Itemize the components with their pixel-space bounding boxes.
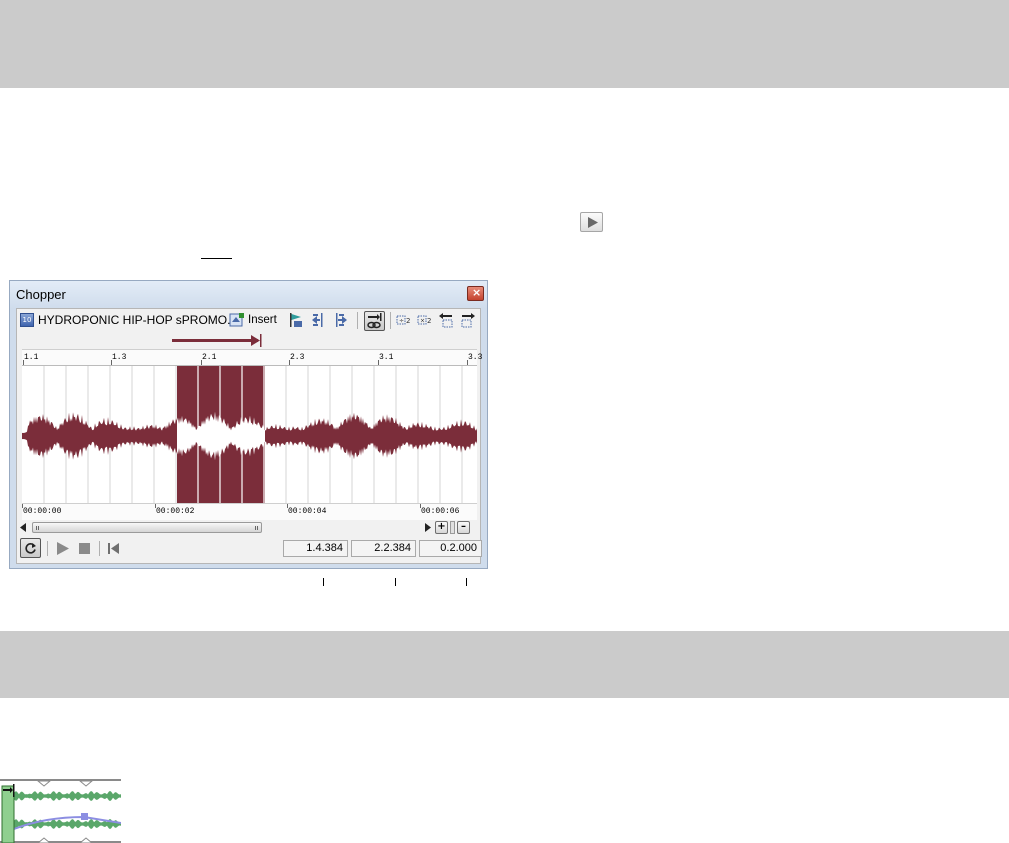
close-icon: ×: [472, 286, 482, 299]
time-tick: [420, 504, 421, 508]
insert-icon[interactable]: [229, 312, 245, 328]
play-button[interactable]: [580, 212, 603, 232]
thumb-grip-left[interactable]: [36, 526, 39, 530]
marker-tick-label: 3.3: [468, 353, 483, 362]
window-title: Chopper: [16, 287, 66, 302]
time-tick-label: 00:00:06: [421, 507, 460, 516]
transport-separator: [99, 541, 100, 556]
event-waveform-thumbnail: [0, 779, 121, 843]
add-marker-icon[interactable]: [288, 312, 304, 328]
horizontal-scrollbar[interactable]: + –: [20, 521, 480, 535]
close-button[interactable]: ×: [467, 286, 484, 301]
play-icon: [588, 217, 598, 228]
halve-selection-icon[interactable]: ÷ 2: [396, 312, 412, 328]
transport-separator: [47, 541, 48, 556]
go-to-start-icon[interactable]: [108, 543, 120, 554]
underline-mark: [201, 258, 232, 259]
selection-start-readout[interactable]: 1.4.384: [283, 540, 348, 557]
selection-length-readout[interactable]: 0.2.000: [419, 540, 482, 557]
thumb-grip-right[interactable]: [255, 526, 258, 530]
time-tick: [155, 504, 156, 508]
chopper-window: Chopper × 10 HYDROPONIC HIP-HOP sPROMO..…: [9, 280, 488, 569]
audio-clip-icon: 10: [20, 313, 34, 327]
time-ruler[interactable]: 00:00:00 00:00:02 00:00:04 00:00:06: [22, 503, 477, 520]
stop-icon[interactable]: [79, 543, 90, 554]
chopper-toolbar: 10 HYDROPONIC HIP-HOP sPROMO... Insert ÷…: [17, 309, 480, 332]
zoom-in-button[interactable]: +: [435, 521, 448, 534]
shift-selection-left-icon[interactable]: [438, 312, 454, 328]
toolbar-separator: [357, 312, 358, 329]
time-tick-label: 00:00:04: [288, 507, 327, 516]
move-selection-left-icon[interactable]: [310, 312, 326, 328]
clip-name: HYDROPONIC HIP-HOP sPROMO...: [38, 313, 238, 327]
chopper-content: 10 HYDROPONIC HIP-HOP sPROMO... Insert ÷…: [16, 308, 482, 564]
loop-icon: [25, 543, 36, 554]
marker-tick-label: 3.1: [379, 353, 394, 362]
shift-selection-right-icon[interactable]: [460, 312, 476, 328]
marker-tick-label: 2.3: [290, 353, 305, 362]
scroll-left-icon[interactable]: [20, 523, 27, 532]
loop-button[interactable]: [20, 538, 41, 558]
time-tick-label: 00:00:02: [156, 507, 195, 516]
play-icon[interactable]: [56, 542, 70, 555]
envelope-point: [81, 813, 88, 820]
scroll-right-icon[interactable]: [424, 523, 431, 532]
callout-tick: [466, 578, 467, 586]
svg-text:÷: ÷: [399, 318, 404, 325]
marker-tick-label: 2.1: [202, 353, 217, 362]
event-start-line: [13, 784, 15, 797]
selection-end-readout[interactable]: 2.2.384: [351, 540, 416, 557]
callout-tick: [395, 578, 396, 586]
middle-band: [0, 631, 1009, 698]
scroll-thumb[interactable]: [32, 522, 262, 533]
time-tick-label: 00:00:00: [23, 507, 62, 516]
event-start-handle: [1, 785, 15, 843]
toolbar-separator: [390, 312, 391, 329]
zoom-slider[interactable]: [450, 521, 455, 534]
top-band: [0, 0, 1009, 88]
insert-label[interactable]: Insert: [248, 314, 277, 326]
marker-tick-label: 1.1: [24, 353, 39, 362]
double-selection-icon[interactable]: × 2: [417, 312, 433, 328]
callout-tick: [323, 578, 324, 586]
link-arrow-selection-icon: [367, 313, 382, 329]
thumbnail-bg: [0, 779, 121, 843]
time-tick: [22, 504, 23, 508]
move-selection-right-icon[interactable]: [333, 312, 349, 328]
transport-bar: 1.4.384 2.2.384 0.2.000: [20, 538, 482, 560]
marker-ruler[interactable]: 1.1 1.3 2.1 2.3 3.1 3.3: [22, 349, 482, 366]
marker-tick-label: 1.3: [112, 353, 127, 362]
zoom-out-button[interactable]: –: [457, 521, 470, 534]
track-event-thumbnail: [0, 779, 121, 843]
waveform-area[interactable]: [22, 365, 477, 504]
svg-text:×: ×: [420, 318, 425, 325]
thumbnail-top-edge: [0, 779, 121, 781]
selection-arrow[interactable]: [22, 333, 477, 348]
svg-text:2: 2: [406, 317, 410, 325]
time-tick: [287, 504, 288, 508]
svg-text:2: 2: [427, 317, 431, 325]
link-arrow-selection-button[interactable]: [364, 311, 385, 331]
waveform: [22, 366, 477, 504]
